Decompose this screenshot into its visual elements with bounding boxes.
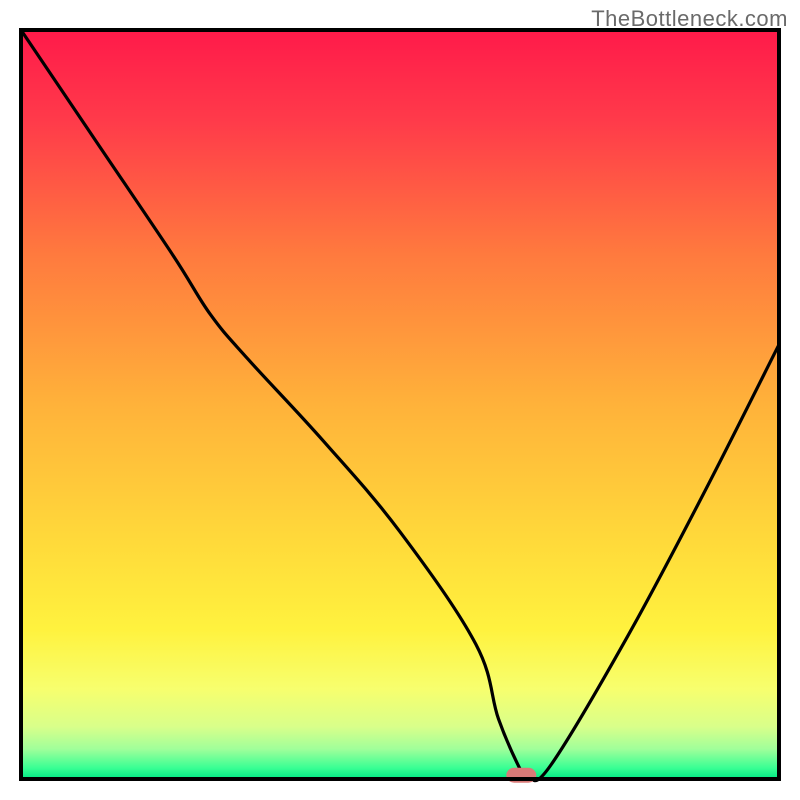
- chart-svg: [0, 0, 800, 800]
- bottleneck-chart: TheBottleneck.com: [0, 0, 800, 800]
- watermark-text: TheBottleneck.com: [591, 6, 788, 32]
- plot-background: [21, 30, 779, 779]
